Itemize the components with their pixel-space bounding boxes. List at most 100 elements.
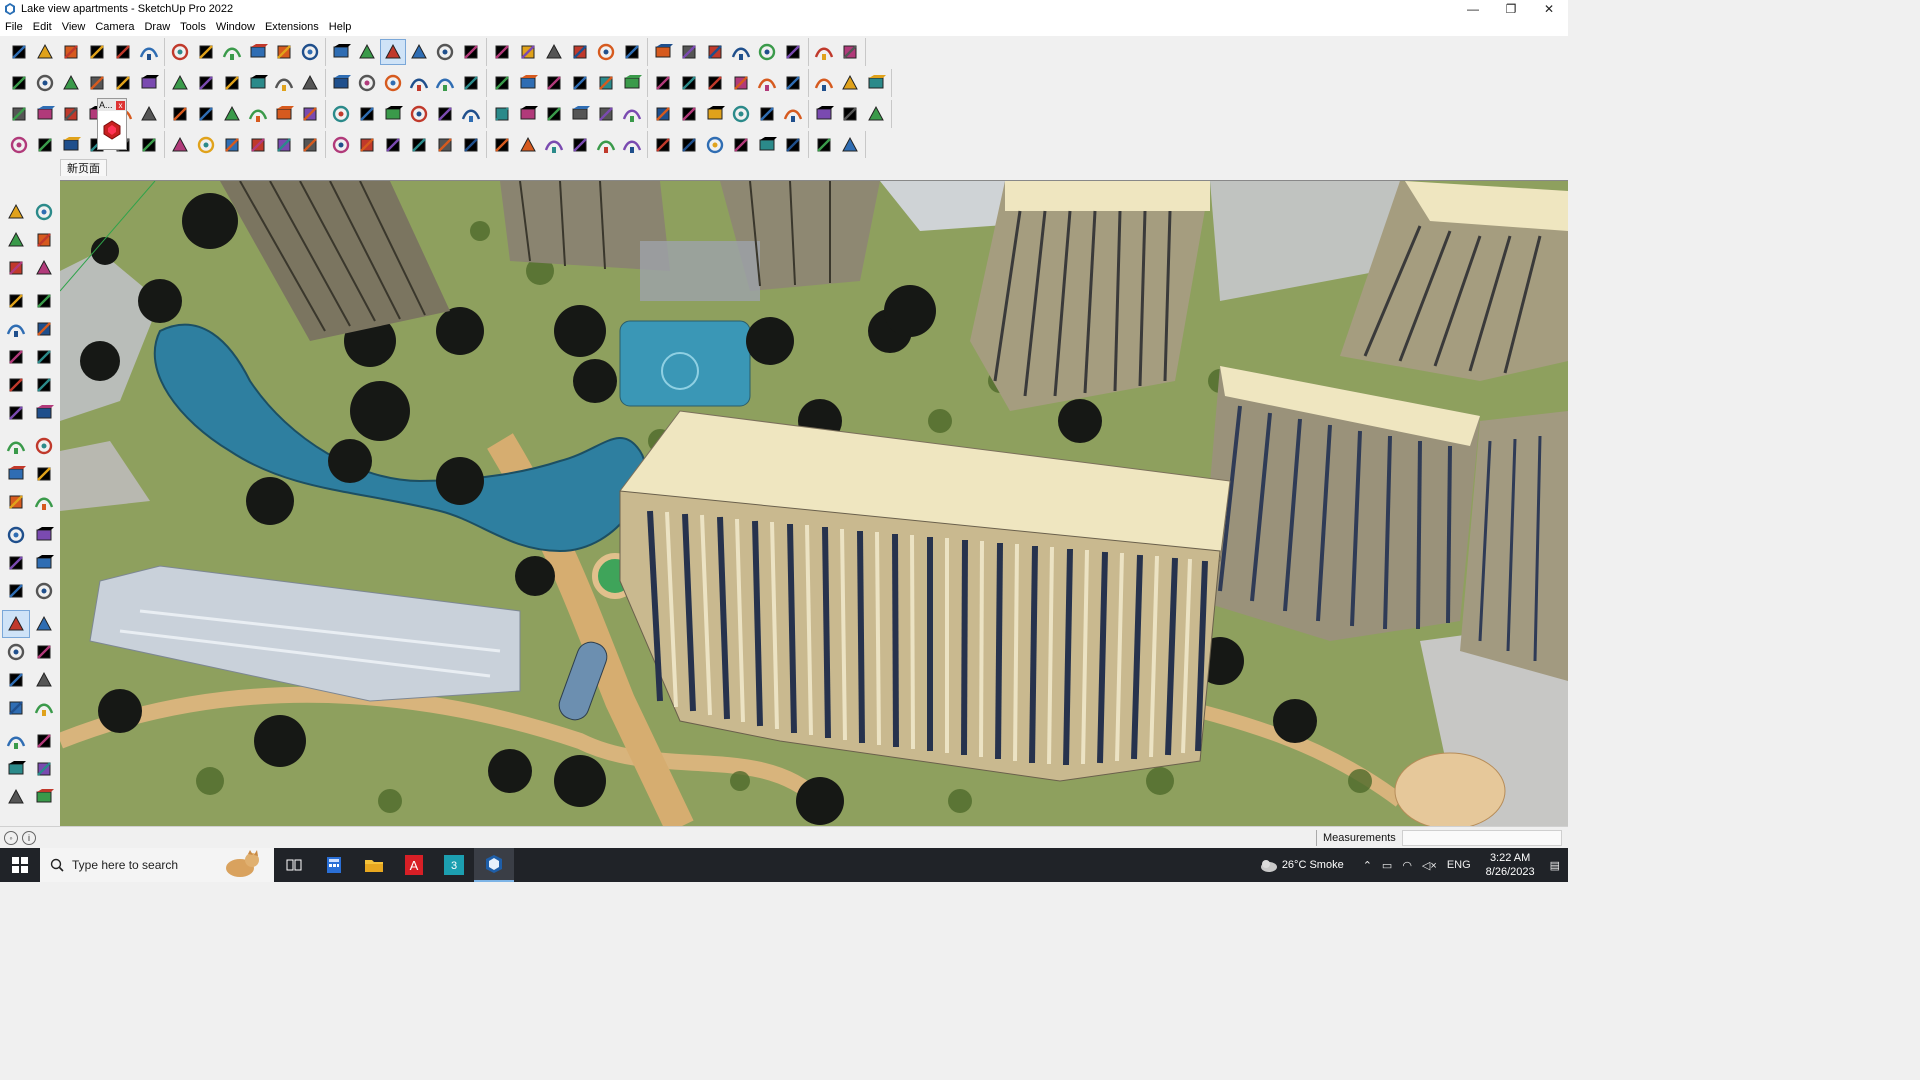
section-fill-icon[interactable] bbox=[541, 39, 567, 65]
chevron-up-icon[interactable]: ⌃ bbox=[1363, 859, 1372, 872]
rotated-rectangle-icon[interactable] bbox=[30, 315, 58, 343]
push-pull-icon[interactable] bbox=[30, 432, 58, 460]
circle-icon[interactable] bbox=[2, 343, 30, 371]
tape-measure-icon[interactable] bbox=[297, 39, 323, 65]
sketch-style-icon[interactable] bbox=[193, 70, 219, 96]
menu-file[interactable]: File bbox=[0, 21, 28, 33]
scale-icon[interactable] bbox=[271, 39, 297, 65]
rectangle-icon[interactable] bbox=[136, 39, 162, 65]
rectangle-icon[interactable] bbox=[2, 315, 30, 343]
twist-icon[interactable] bbox=[136, 132, 162, 158]
mesh-icon[interactable] bbox=[811, 132, 837, 158]
polygon-icon[interactable] bbox=[30, 343, 58, 371]
section-cuts-icon[interactable] bbox=[567, 39, 593, 65]
hexagon-icon[interactable] bbox=[193, 132, 219, 158]
orbit-icon[interactable] bbox=[2, 610, 30, 638]
roof-icon[interactable] bbox=[754, 132, 780, 158]
helix-icon[interactable] bbox=[245, 132, 271, 158]
unfold-icon[interactable] bbox=[167, 132, 193, 158]
floating-panel[interactable]: A... x bbox=[97, 98, 127, 150]
component-red-icon[interactable] bbox=[136, 101, 162, 127]
layout-icon[interactable] bbox=[676, 39, 702, 65]
polygon-icon[interactable] bbox=[676, 70, 702, 96]
3dsmax-app[interactable]: 3 bbox=[434, 848, 474, 882]
network-icon[interactable]: ◠ bbox=[1402, 859, 1412, 872]
line-icon[interactable] bbox=[84, 39, 110, 65]
section-cut-icon[interactable] bbox=[30, 755, 58, 783]
redo-icon[interactable] bbox=[811, 39, 837, 65]
chamfer-icon[interactable] bbox=[863, 70, 889, 96]
pie-icon[interactable] bbox=[2, 399, 30, 427]
monochrome-icon[interactable] bbox=[354, 70, 380, 96]
arc-icon[interactable] bbox=[2, 371, 30, 399]
2-point-arc-icon[interactable] bbox=[30, 371, 58, 399]
orbit-icon[interactable] bbox=[380, 38, 406, 65]
round-corner-icon[interactable] bbox=[593, 101, 619, 127]
paint-bucket-icon[interactable] bbox=[2, 226, 30, 254]
curtain-icon[interactable] bbox=[567, 132, 593, 158]
explode-icon[interactable] bbox=[541, 101, 567, 127]
truck-icon[interactable] bbox=[58, 132, 84, 158]
freehand-icon[interactable] bbox=[30, 287, 58, 315]
textured-icon[interactable] bbox=[328, 70, 354, 96]
menu-extensions[interactable]: Extensions bbox=[260, 21, 324, 33]
leaf-icon[interactable] bbox=[541, 132, 567, 158]
sandbox-icon[interactable] bbox=[728, 39, 754, 65]
start-button[interactable] bbox=[0, 848, 40, 882]
push-pull-multi-icon[interactable] bbox=[110, 70, 136, 96]
flip-icon[interactable] bbox=[754, 39, 780, 65]
text-icon[interactable] bbox=[328, 39, 354, 65]
task-view-button[interactable] bbox=[274, 848, 314, 882]
shell-icon[interactable] bbox=[619, 101, 645, 127]
tape-measure-icon[interactable] bbox=[2, 521, 30, 549]
offset-icon[interactable] bbox=[30, 488, 58, 516]
plane-blue-icon[interactable] bbox=[6, 101, 32, 127]
circle-icon[interactable] bbox=[650, 70, 676, 96]
wireframe-icon[interactable] bbox=[245, 70, 271, 96]
loft-icon[interactable] bbox=[619, 70, 645, 96]
rotate-icon[interactable] bbox=[245, 39, 271, 65]
shape-bender-icon[interactable] bbox=[837, 70, 863, 96]
bend-icon[interactable] bbox=[219, 101, 245, 127]
skew-icon[interactable] bbox=[380, 132, 406, 158]
walk-icon[interactable] bbox=[2, 727, 30, 755]
section-plane-icon[interactable] bbox=[489, 39, 515, 65]
rib-icon[interactable] bbox=[489, 132, 515, 158]
push-pull-icon[interactable] bbox=[167, 39, 193, 65]
circle-dots-icon[interactable] bbox=[837, 101, 863, 127]
pencil-icon[interactable] bbox=[567, 70, 593, 96]
solid-inspector-icon[interactable] bbox=[650, 101, 676, 127]
zoom-extents-icon[interactable] bbox=[6, 39, 32, 65]
info-icon[interactable]: i bbox=[22, 830, 36, 845]
floating-panel-close-icon[interactable]: x bbox=[116, 100, 125, 110]
3d-text-icon[interactable] bbox=[32, 70, 58, 96]
tag-icon[interactable] bbox=[2, 254, 30, 282]
stripes-icon[interactable] bbox=[650, 132, 676, 158]
net-icon[interactable] bbox=[837, 132, 863, 158]
paint-bucket-icon[interactable] bbox=[354, 39, 380, 65]
scale-icon[interactable] bbox=[2, 488, 30, 516]
menu-view[interactable]: View bbox=[57, 21, 91, 33]
position-camera-icon[interactable] bbox=[2, 694, 30, 722]
acrobat-app[interactable]: A bbox=[394, 848, 434, 882]
3-point-arc-icon[interactable] bbox=[30, 399, 58, 427]
protractor-icon[interactable] bbox=[2, 549, 30, 577]
pencil-tool-icon[interactable] bbox=[30, 254, 58, 282]
menu-tools[interactable]: Tools bbox=[175, 21, 211, 33]
slice-icon[interactable] bbox=[328, 132, 354, 158]
right-view-icon[interactable] bbox=[458, 70, 484, 96]
user-account-icon[interactable] bbox=[593, 39, 619, 65]
comb-icon[interactable] bbox=[458, 132, 484, 158]
pyramid-icon[interactable] bbox=[406, 101, 432, 127]
path-icon[interactable] bbox=[32, 132, 58, 158]
terrain-icon[interactable] bbox=[780, 132, 806, 158]
dots-icon[interactable] bbox=[811, 101, 837, 127]
look-around-icon[interactable] bbox=[30, 694, 58, 722]
vertex-tools-icon[interactable] bbox=[676, 101, 702, 127]
dimension-icon[interactable] bbox=[30, 521, 58, 549]
calculator-app[interactable] bbox=[314, 848, 354, 882]
zoom-icon[interactable] bbox=[432, 39, 458, 65]
taskbar-search[interactable]: Type here to search bbox=[40, 848, 274, 882]
follow-me-icon[interactable] bbox=[193, 39, 219, 65]
minimize-button[interactable]: — bbox=[1454, 0, 1492, 18]
